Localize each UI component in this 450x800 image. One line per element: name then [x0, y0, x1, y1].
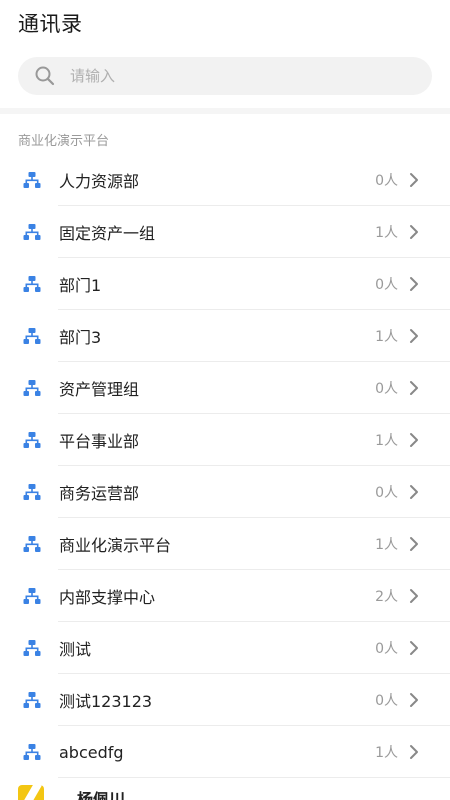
chevron-right-icon — [408, 692, 420, 708]
member-count: 1人 — [375, 537, 398, 553]
department-row[interactable]: abcedfg 1人 — [0, 726, 450, 778]
department-row[interactable]: 部门3 1人 — [0, 310, 450, 362]
department-name: 商业化演示平台 — [59, 536, 172, 555]
department-row[interactable]: 固定资产一组 1人 — [0, 206, 450, 258]
department-row[interactable]: 内部支撑中心 2人 — [0, 570, 450, 622]
section-title: 商业化演示平台 — [18, 134, 110, 149]
member-count: 0人 — [375, 693, 398, 709]
chevron-right-icon — [408, 380, 420, 396]
department-name: 测试 — [59, 640, 92, 659]
person-row[interactable]: 杨佩川 — [0, 778, 450, 800]
chevron-right-icon — [408, 328, 420, 344]
member-count: 0人 — [375, 277, 398, 293]
member-count: 2人 — [375, 589, 398, 605]
org-structure-icon — [22, 430, 42, 450]
chevron-right-icon — [408, 276, 420, 292]
search-bar[interactable] — [18, 57, 432, 95]
people-list: 杨佩川 — [0, 778, 450, 800]
org-structure-icon — [22, 534, 42, 554]
department-row[interactable]: 测试 0人 — [0, 622, 450, 674]
org-structure-icon — [22, 170, 42, 190]
org-structure-icon — [22, 378, 42, 398]
chevron-right-icon — [408, 588, 420, 604]
chevron-right-icon — [408, 484, 420, 500]
department-row[interactable]: 平台事业部 1人 — [0, 414, 450, 466]
member-count: 1人 — [375, 225, 398, 241]
search-input[interactable] — [70, 67, 370, 85]
member-count: 1人 — [375, 329, 398, 345]
department-list: 人力资源部 0人 固定资产一组 1人 部门1 0人 部门3 1人 资产管理组 0… — [0, 154, 450, 778]
department-name: 内部支撑中心 — [59, 588, 156, 607]
org-structure-icon — [22, 222, 42, 242]
member-count: 0人 — [375, 641, 398, 657]
org-structure-icon — [22, 742, 42, 762]
department-name: abcedfg — [59, 742, 124, 762]
org-structure-icon — [22, 326, 42, 346]
contacts-screen: 通讯录 商业化演示平台 人力资源部 — [0, 0, 450, 800]
department-name: 商务运营部 — [59, 484, 140, 503]
avatar — [18, 785, 44, 800]
chevron-right-icon — [408, 172, 420, 188]
member-count: 1人 — [375, 745, 398, 761]
member-count: 0人 — [375, 381, 398, 397]
org-structure-icon — [22, 482, 42, 502]
department-name: 固定资产一组 — [59, 224, 156, 243]
chevron-right-icon — [408, 744, 420, 760]
department-row[interactable]: 商业化演示平台 1人 — [0, 518, 450, 570]
department-row[interactable]: 测试123123 0人 — [0, 674, 450, 726]
chevron-right-icon — [408, 640, 420, 656]
org-structure-icon — [22, 638, 42, 658]
org-structure-icon — [22, 274, 42, 294]
org-structure-icon — [22, 586, 42, 606]
member-count: 0人 — [375, 485, 398, 501]
member-count: 1人 — [375, 433, 398, 449]
page-title: 通讯录 — [18, 12, 83, 36]
department-name: 平台事业部 — [59, 432, 140, 451]
header: 通讯录 — [0, 0, 450, 40]
chevron-right-icon — [408, 432, 420, 448]
department-name: 部门3 — [59, 328, 102, 347]
person-name: 杨佩川 — [77, 790, 126, 800]
chevron-right-icon — [408, 536, 420, 552]
department-row[interactable]: 部门1 0人 — [0, 258, 450, 310]
department-row[interactable]: 资产管理组 0人 — [0, 362, 450, 414]
department-name: 部门1 — [59, 276, 102, 295]
chevron-right-icon — [408, 224, 420, 240]
org-structure-icon — [22, 690, 42, 710]
department-name: 测试123123 — [59, 692, 153, 711]
department-row[interactable]: 人力资源部 0人 — [0, 154, 450, 206]
department-name: 资产管理组 — [59, 380, 140, 399]
search-icon — [34, 65, 56, 87]
search-area — [0, 40, 450, 97]
member-count: 0人 — [375, 173, 398, 189]
department-row[interactable]: 商务运营部 0人 — [0, 466, 450, 518]
department-name: 人力资源部 — [59, 172, 140, 191]
